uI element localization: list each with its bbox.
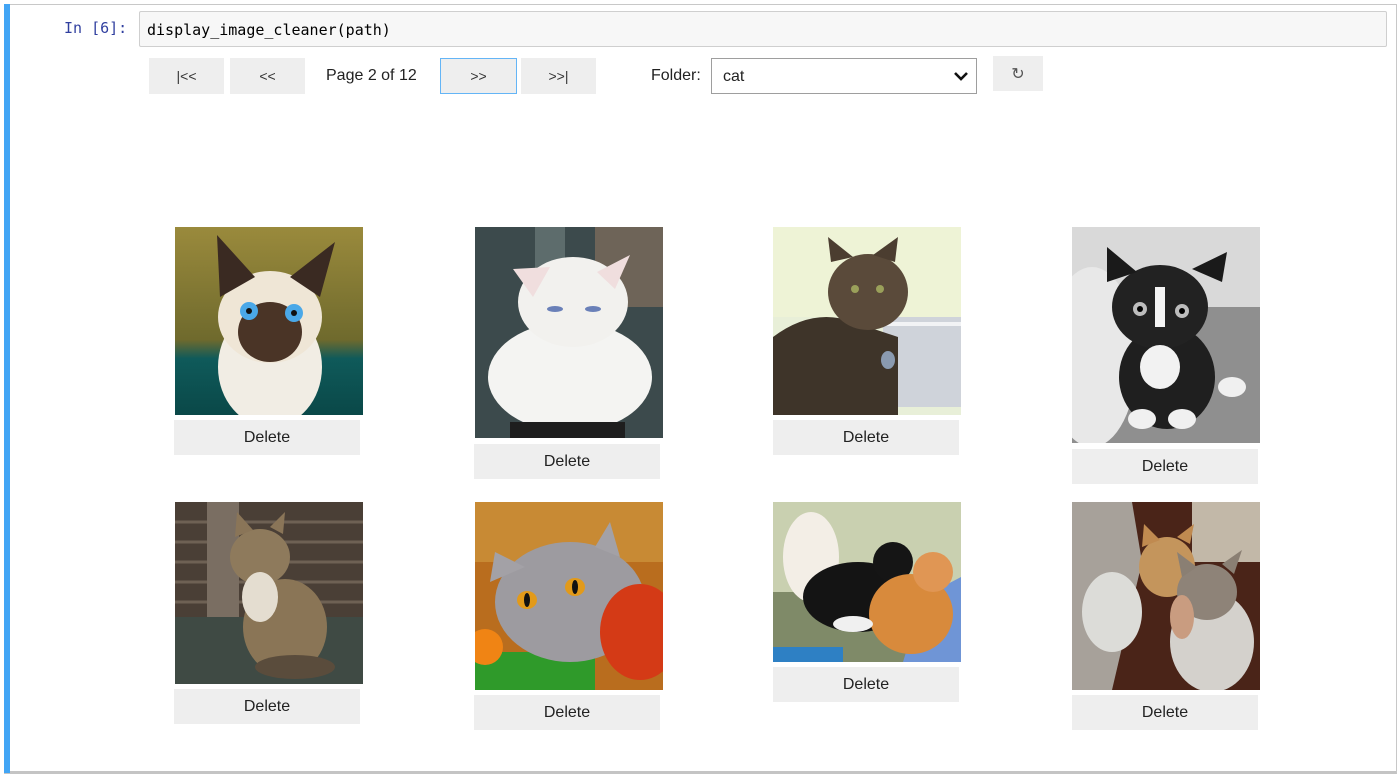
- refresh-icon: ↻: [1011, 65, 1025, 83]
- image-thumbnail-1: [175, 227, 363, 415]
- last-page-button[interactable]: >>|: [521, 58, 596, 94]
- delete-button[interactable]: Delete: [773, 420, 959, 455]
- delete-button[interactable]: Delete: [1072, 695, 1258, 730]
- image-thumbnail-6: [475, 502, 663, 690]
- next-page-button[interactable]: >>: [440, 58, 517, 94]
- delete-button[interactable]: Delete: [174, 689, 360, 724]
- input-prompt: In [6]:: [64, 19, 128, 37]
- prev-page-button[interactable]: <<: [230, 58, 305, 94]
- cell-selection-bar: [4, 4, 10, 773]
- image-thumbnail-8: [1072, 502, 1260, 690]
- folder-label: Folder:: [651, 67, 701, 84]
- image-thumbnail-7: [773, 502, 961, 662]
- delete-button[interactable]: Delete: [773, 667, 959, 702]
- refresh-button[interactable]: ↻: [993, 56, 1043, 91]
- delete-button[interactable]: Delete: [1072, 449, 1258, 484]
- image-thumbnail-5: [175, 502, 363, 684]
- delete-button[interactable]: Delete: [474, 444, 660, 479]
- first-page-button[interactable]: |<<: [149, 58, 224, 94]
- folder-select-value: cat: [723, 68, 745, 85]
- code-text: display_image_cleaner(path): [147, 21, 391, 39]
- delete-button[interactable]: Delete: [174, 420, 360, 455]
- folder-select[interactable]: cat: [711, 58, 977, 94]
- image-thumbnail-2: [475, 227, 663, 438]
- page-indicator: Page 2 of 12: [326, 67, 417, 84]
- delete-button[interactable]: Delete: [474, 695, 660, 730]
- code-input[interactable]: display_image_cleaner(path): [139, 11, 1387, 47]
- image-thumbnail-3: [773, 227, 961, 415]
- image-thumbnail-4: [1072, 227, 1260, 443]
- chevron-down-icon: [954, 72, 968, 81]
